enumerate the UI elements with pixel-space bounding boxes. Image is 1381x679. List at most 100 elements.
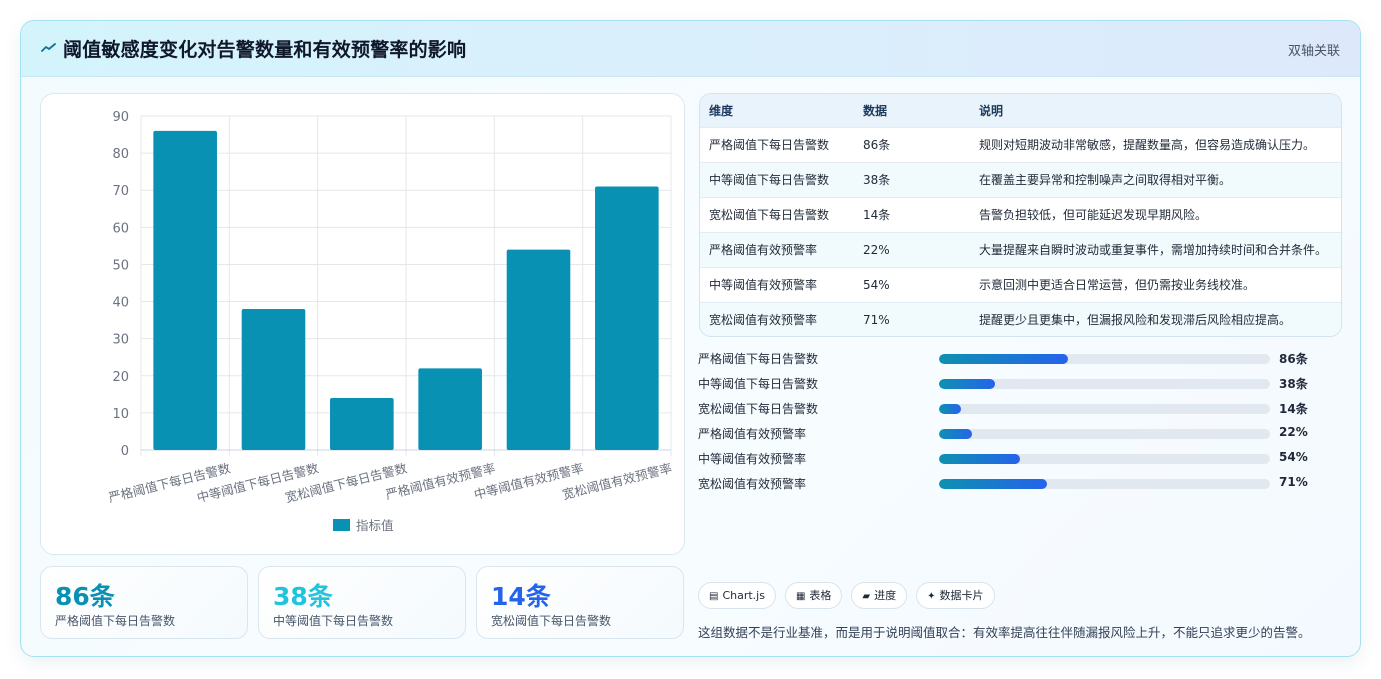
chip-table[interactable]: ▦ 表格 <box>784 582 843 609</box>
column-header-data: 数据 <box>863 103 888 118</box>
progress-value: 86条 <box>1279 352 1308 366</box>
progress-fill <box>939 429 973 439</box>
table-header-row: 维度 数据 说明 <box>700 94 1341 127</box>
table-icon: ▦ <box>795 591 806 602</box>
bar <box>330 398 394 450</box>
bar <box>595 186 659 450</box>
y-tick-label: 10 <box>112 407 129 422</box>
progress-value: 14条 <box>1279 402 1308 416</box>
y-tick-label: 30 <box>112 333 129 348</box>
chip-label: 表格 <box>809 589 832 602</box>
bar-chart-panel: 0 10 20 30 40 50 60 70 80 90 严格阈值下每日告警数 中等阈值下每日告警数宽… <box>40 93 685 555</box>
progress-row: 中等阈值下每日告警数 38条 <box>698 372 1358 397</box>
progress-fill <box>939 454 1021 464</box>
chip-label: 数据卡片 <box>939 589 984 602</box>
y-tick-label: 50 <box>112 258 129 273</box>
bar <box>153 130 217 450</box>
progress-list: 严格阈值下每日告警数 86条 中等阈值下每日告警数 38条 宽松阈值下每日告警数 14条严… <box>698 347 1358 497</box>
progress-row: 中等阈值有效预警率 54% <box>698 447 1358 472</box>
column-header-dimension: 维度 <box>709 103 734 118</box>
cell-description: 大量提醒来自瞬时波动或重复事件，需增加持续时间和合并条件。 <box>979 243 1328 257</box>
cell-description: 提醒更少且更集中，但漏报风险和发现滞后风险相应提高。 <box>979 313 1292 328</box>
progress-row: 宽松阈值下每日告警数 14条 <box>698 397 1358 422</box>
progress-track <box>939 479 1270 489</box>
cell-dimension: 宽松阈值有效预警率 <box>709 313 818 328</box>
trend-line-icon <box>41 43 56 52</box>
stat-card-strict: 86条 严格阈值下每日告警数 <box>40 566 248 639</box>
stat-label: 中等阈值下每日告警数 <box>273 614 394 628</box>
stat-value: 38条 <box>273 582 333 611</box>
chip-card[interactable]: ✦ 数据卡片 <box>916 582 995 609</box>
bar <box>241 308 306 450</box>
stat-value: 86条 <box>55 582 115 611</box>
progress-label: 宽松阈值下每日告警数 <box>698 402 819 416</box>
bar-chart: 0102030405060708090严格阈值下每日告警数中等阈值下每日告警数宽… <box>107 110 674 533</box>
y-tick-label: 20 <box>112 370 129 385</box>
table-row: 严格阈值下每日告警数 86条 规则对短期波动非常敏感，提醒数量高，但容易造成确认压力… <box>700 127 1341 162</box>
cell-dimension: 中等阈值下每日告警数 <box>709 173 830 187</box>
chip-label: 进度 <box>874 589 897 602</box>
progress-track <box>939 429 1270 439</box>
progress-row: 严格阈值下每日告警数 86条 <box>698 347 1358 372</box>
y-tick-label: 40 <box>112 296 129 311</box>
table-row: 中等阈值有效预警率 54% 示意回测中更适合日常运营，但仍需按业务线校准。 <box>700 267 1341 302</box>
progress-value: 71% <box>1279 475 1308 489</box>
progress-fill <box>939 354 1069 364</box>
progress-row: 宽松阈值有效预警率 71% <box>698 472 1358 497</box>
progress-value: 22% <box>1279 425 1308 439</box>
cell-data: 86条 <box>863 138 891 152</box>
table-row: 宽松阈值下每日告警数 14条 告警负担较低，但可能延迟发现早期风险。 <box>700 197 1341 232</box>
data-table: 维度 数据 说明 严格阈值下每日告警数 86条 规则对短期波动非常敏感，提醒数量高，… <box>699 93 1342 337</box>
progress-icon: ▰ <box>862 591 871 602</box>
legend-label: 指标值 <box>356 518 394 533</box>
bar <box>506 249 571 450</box>
cell-description: 示意回测中更适合日常运营，但仍需按业务线校准。 <box>979 278 1256 292</box>
progress-value: 54% <box>1279 450 1308 464</box>
cell-dimension: 严格阈值有效预警率 <box>709 243 818 257</box>
progress-track <box>939 404 1270 414</box>
table-row: 宽松阈值有效预警率 71% 提醒更少且更集中，但漏报风险和发现滞后风险相应提高。 <box>700 302 1341 336</box>
stat-label: 宽松阈值下每日告警数 <box>491 614 612 628</box>
bar <box>418 368 482 450</box>
stat-label: 严格阈值下每日告警数 <box>55 614 176 628</box>
progress-fill <box>939 479 1047 489</box>
progress-label: 严格阈值下每日告警数 <box>698 352 819 366</box>
y-tick-label: 70 <box>112 184 129 199</box>
progress-label: 宽松阈值有效预警率 <box>698 477 807 491</box>
progress-fill <box>939 379 996 389</box>
chip-label: Chart.js <box>722 589 765 602</box>
y-tick-label: 60 <box>112 221 129 236</box>
table-row: 严格阈值有效预警率 22% 大量提醒来自瞬时波动或重复事件，需增加持续时间和合并条件… <box>700 232 1341 267</box>
stat-card-loose: 14条 宽松阈值下每日告警数 <box>476 566 684 639</box>
dual-axis-tag: 双轴关联 <box>1287 44 1340 59</box>
progress-track <box>939 379 1270 389</box>
card-header: 阈值敏感度变化对告警数量和有效预警率的影响 双轴关联 <box>21 21 1360 77</box>
progress-row: 严格阈值有效预警率 22% <box>698 422 1358 447</box>
column-header-description: 说明 <box>979 103 1004 118</box>
progress-track <box>939 454 1270 464</box>
progress-value: 38条 <box>1279 377 1308 391</box>
progress-label: 严格阈值有效预警率 <box>698 427 807 441</box>
cell-data: 14条 <box>863 208 891 222</box>
page-title: 阈值敏感度变化对告警数量和有效预警率的影响 <box>63 39 467 61</box>
card-icon: ✦ <box>927 591 936 602</box>
footnote: 这组数据不是行业基准，而是用于说明阈值取合：有效率提高往往伴随漏报风险上升，不能… <box>698 625 1311 640</box>
chart-icon: ▤ <box>709 591 719 602</box>
progress-label: 中等阈值有效预警率 <box>698 452 807 466</box>
cell-data: 54% <box>863 277 890 292</box>
y-tick-label: 0 <box>121 444 129 459</box>
cell-dimension: 宽松阈值下每日告警数 <box>709 208 830 222</box>
chip-chart[interactable]: ▤ Chart.js <box>698 582 776 609</box>
progress-track <box>939 354 1270 364</box>
dashboard-card: 阈值敏感度变化对告警数量和有效预警率的影响 双轴关联 0 10 20 30 40 50 60… <box>20 20 1361 657</box>
cell-data: 38条 <box>863 173 891 187</box>
cell-dimension: 中等阈值有效预警率 <box>709 278 818 292</box>
cell-description: 在覆盖主要异常和控制噪声之间取得相对平衡。 <box>979 173 1232 187</box>
y-tick-label: 90 <box>112 110 129 125</box>
legend-swatch <box>333 519 350 531</box>
cell-description: 规则对短期波动非常敏感，提醒数量高，但容易造成确认压力。 <box>979 138 1316 152</box>
chip-progress[interactable]: ▰ 进度 <box>851 582 908 609</box>
table-row: 中等阈值下每日告警数 38条 在覆盖主要异常和控制噪声之间取得相对平衡。 <box>700 162 1341 197</box>
cell-data: 22% <box>863 242 890 257</box>
progress-label: 中等阈值下每日告警数 <box>698 377 819 391</box>
